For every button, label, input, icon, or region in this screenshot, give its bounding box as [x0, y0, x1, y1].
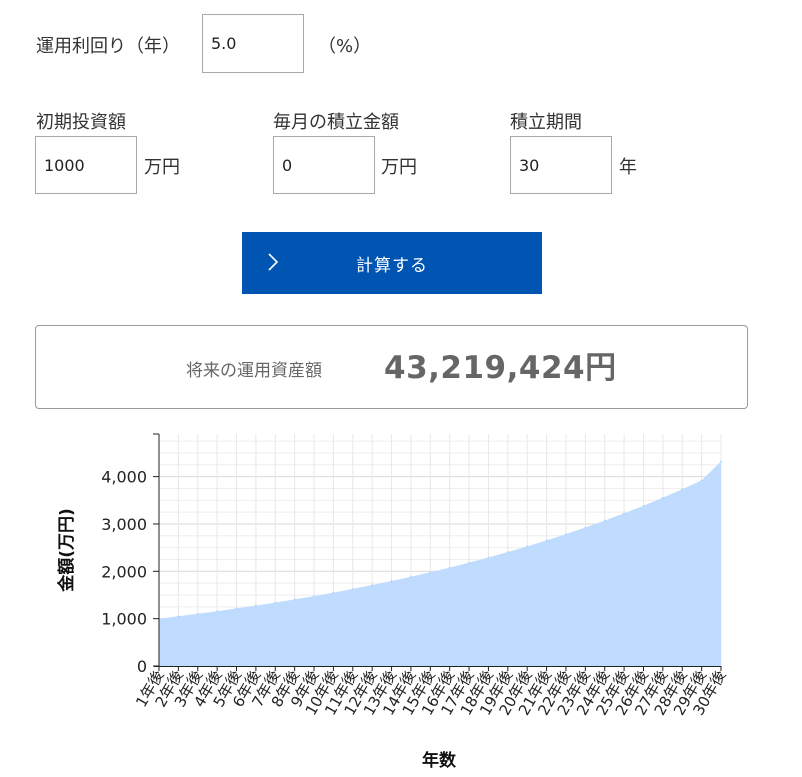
- data-point: [332, 591, 335, 594]
- y-axis-title: 金額(万円): [56, 508, 77, 593]
- initial-investment-input[interactable]: [35, 136, 137, 194]
- initial-investment-label: 初期投資額: [36, 112, 126, 133]
- data-point: [603, 519, 606, 522]
- y-tick-label: 2,000: [101, 562, 147, 581]
- data-point: [681, 488, 684, 491]
- monthly-contribution-unit: 万円: [381, 157, 417, 178]
- y-tick-label: 1,000: [101, 610, 147, 629]
- initial-investment-unit: 万円: [144, 157, 180, 178]
- data-point: [700, 479, 703, 482]
- result-value: 43,219,424円: [384, 350, 617, 386]
- data-point: [720, 460, 722, 463]
- growth-chart: 01,0002,0003,0004,0001年後2年後3年後4年後5年後6年後7…: [56, 433, 729, 771]
- data-point: [429, 571, 432, 574]
- data-point: [216, 610, 218, 612]
- result-panel: 将来の運用資産額 43,219,424円: [35, 325, 748, 409]
- monthly-contribution-label: 毎月の積立金額: [273, 112, 399, 133]
- calculate-button-label: 計算する: [356, 256, 428, 276]
- period-input[interactable]: [510, 136, 612, 194]
- period-unit: 年: [619, 157, 637, 178]
- data-point: [255, 604, 257, 607]
- x-axis-title: 年数: [422, 750, 457, 771]
- data-point: [448, 566, 451, 569]
- data-point: [274, 601, 277, 604]
- data-point: [371, 584, 373, 586]
- rate-unit: （%）: [318, 36, 372, 57]
- data-point: [351, 588, 354, 590]
- y-tick-label: 4,000: [101, 468, 147, 487]
- data-point: [177, 615, 180, 618]
- data-point: [526, 545, 529, 548]
- result-label: 将来の運用資産額: [186, 361, 322, 381]
- period-label: 積立期間: [510, 112, 582, 133]
- data-point: [584, 526, 587, 529]
- area-series: [159, 461, 721, 666]
- data-point: [196, 612, 199, 615]
- data-point: [662, 496, 664, 499]
- data-point: [507, 551, 509, 553]
- rate-input[interactable]: [202, 14, 304, 73]
- data-point: [293, 598, 296, 601]
- data-point: [487, 556, 490, 559]
- y-tick-label: 0: [137, 657, 147, 676]
- data-point: [623, 512, 625, 515]
- data-point: [313, 595, 315, 597]
- rate-label: 運用利回り（年）: [36, 36, 180, 57]
- data-point: [642, 504, 645, 507]
- data-point: [545, 539, 548, 542]
- data-point: [390, 580, 393, 582]
- calculate-button[interactable]: 計算する: [242, 232, 542, 294]
- monthly-contribution-input[interactable]: [273, 136, 375, 194]
- data-point: [410, 575, 412, 578]
- data-point: [565, 533, 567, 535]
- y-tick-label: 3,000: [101, 515, 147, 534]
- data-point: [235, 607, 238, 610]
- data-point: [468, 561, 470, 564]
